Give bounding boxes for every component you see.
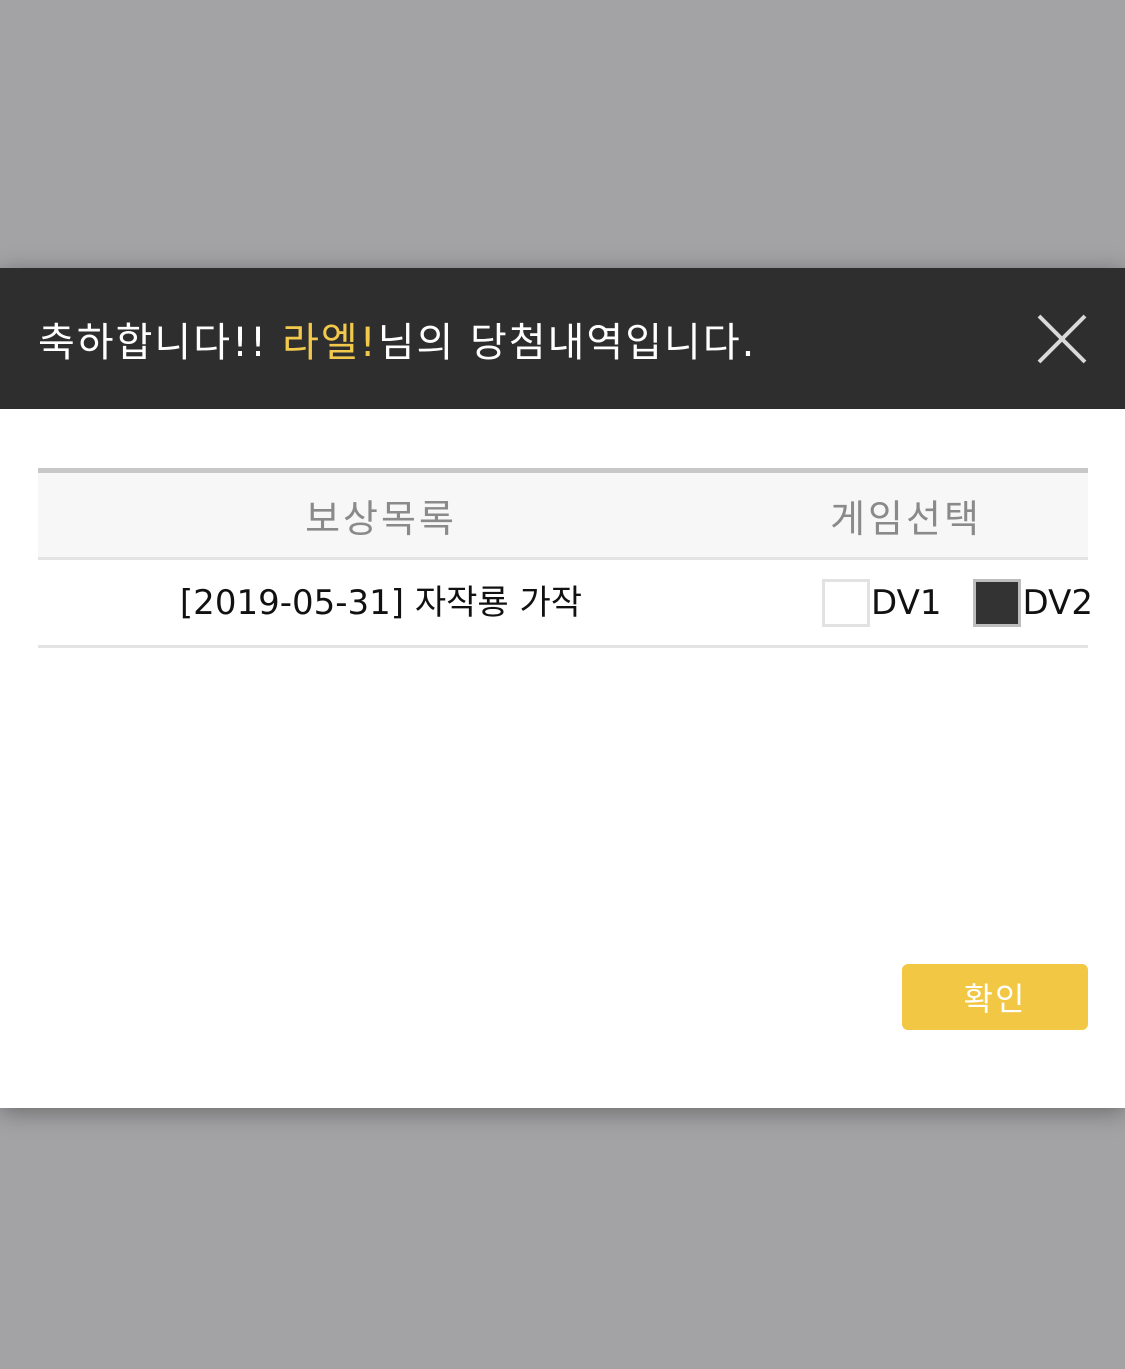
header-game-select: 게임선택 [830, 496, 982, 541]
close-icon [1037, 314, 1087, 364]
confirm-button[interactable]: 확인 [902, 964, 1088, 1030]
winnings-dialog: 축하합니다!! 라엘! 님의 당첨내역입니다. 보상목록 게임선택 [2019-… [0, 268, 1125, 1108]
title-suffix: 님의 당첨내역입니다. [377, 319, 757, 366]
option-dv2[interactable]: DV2 [973, 578, 1093, 627]
checkbox-dv2[interactable] [973, 578, 1022, 627]
header-reward-list: 보상목록 [305, 496, 457, 541]
user-name: 라엘! [282, 319, 378, 366]
checkbox-dv1[interactable] [822, 578, 870, 627]
reward-table: 보상목록 게임선택 [2019-05-31] 자작룡 가작 DV1 DV2 [38, 468, 1093, 648]
option-dv1[interactable]: DV1 [822, 578, 942, 627]
game-options: DV1 DV2 [724, 560, 1093, 645]
dialog-title: 축하합니다!! 라엘! 님의 당첨내역입니다. [38, 310, 756, 368]
table-header: 보상목록 게임선택 [38, 468, 1088, 560]
dialog-header: 축하합니다!! 라엘! 님의 당첨내역입니다. [0, 268, 1125, 409]
reward-cell: [2019-05-31] 자작룡 가작 [179, 583, 583, 623]
close-button[interactable] [1035, 312, 1089, 366]
option-dv2-label: DV2 [1022, 582, 1093, 623]
title-prefix: 축하합니다!! [38, 319, 269, 366]
table-row: [2019-05-31] 자작룡 가작 DV1 DV2 [38, 560, 1093, 648]
option-dv1-label: DV1 [871, 582, 942, 623]
